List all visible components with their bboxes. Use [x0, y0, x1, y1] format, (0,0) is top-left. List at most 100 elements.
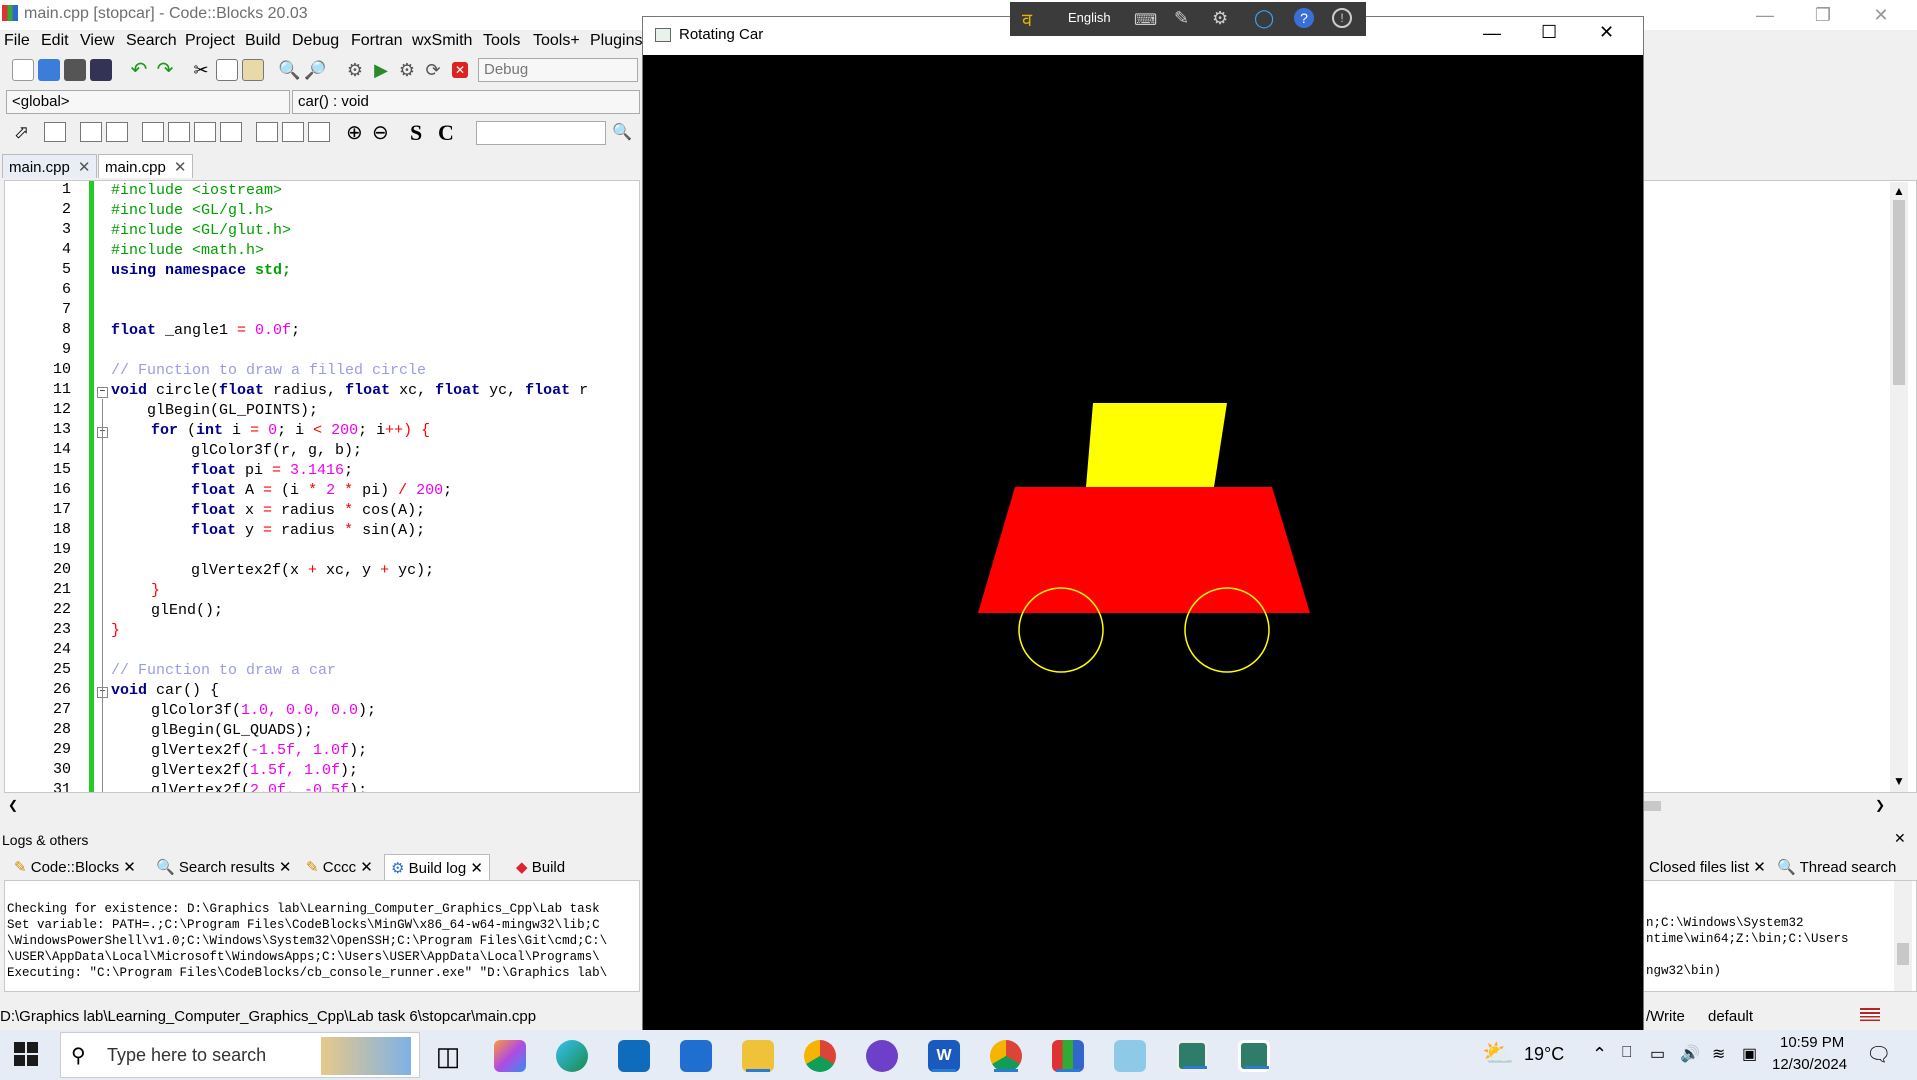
scroll-right-icon[interactable]: ❯ — [1875, 798, 1885, 812]
close-icon[interactable]: ✕ — [1753, 859, 1766, 876]
search-icon[interactable]: 🔍 — [612, 122, 632, 142]
button-tool-icon[interactable] — [256, 122, 278, 142]
code-editor[interactable]: 1 2 3 4 5 6 7 8 9 10 11 12 13 14 15 16 17 18 19 20 21 22 23 24 2… — [4, 180, 640, 793]
minimize-icon[interactable]: — — [1742, 2, 1788, 28]
minimize-icon[interactable]: — — [1483, 23, 1501, 44]
c-icon[interactable]: C — [438, 120, 454, 146]
search-combo[interactable] — [476, 121, 606, 145]
horizontal-scrollbar-right[interactable]: ❯ — [1643, 798, 1917, 814]
codeblocks-taskbar-icon[interactable] — [1052, 1040, 1084, 1072]
frame-icon[interactable] — [44, 122, 66, 142]
close-icon[interactable]: ✕ — [78, 159, 91, 176]
open-icon[interactable] — [38, 59, 60, 81]
options-icon[interactable]: ! — [1332, 8, 1352, 28]
us-flag-icon[interactable] — [1860, 1008, 1880, 1021]
keyboard-icon[interactable]: ⌨ — [1134, 10, 1157, 30]
meet-now-icon[interactable]: ⎕ — [1622, 1044, 1632, 1062]
scroll-up-icon[interactable]: ▲ — [1893, 184, 1905, 198]
function-select[interactable]: car() : void — [292, 90, 640, 114]
close-icon[interactable]: ✕ — [174, 159, 187, 176]
close-icon[interactable]: ✕ — [1599, 22, 1614, 43]
build-target-select[interactable]: Debug — [478, 58, 638, 82]
help-icon[interactable]: ? — [1294, 8, 1314, 28]
rotating-car-taskbar-icon[interactable] — [1238, 1040, 1270, 1072]
console-window-icon[interactable] — [1176, 1040, 1208, 1072]
build-run-icon[interactable]: ⚙ — [396, 59, 418, 81]
volume-icon[interactable]: 🔊 — [1680, 1044, 1700, 1064]
menu-build[interactable]: Build — [245, 32, 281, 50]
sizer3-icon[interactable] — [194, 122, 216, 142]
build-log-output[interactable]: Checking for existence: D:\Graphics lab\… — [4, 880, 640, 992]
combo-tool-icon[interactable] — [308, 122, 330, 142]
close-icon[interactable]: ✕ — [1894, 830, 1906, 847]
file-explorer-icon[interactable] — [742, 1040, 774, 1072]
copilot-icon[interactable] — [494, 1040, 526, 1072]
abort-icon[interactable]: ✕ — [452, 62, 468, 78]
weather-temperature[interactable]: 19°C — [1524, 1044, 1564, 1065]
opengl-canvas[interactable] — [643, 55, 1643, 1031]
fold-icon[interactable]: − — [97, 387, 108, 398]
menu-wxsmith[interactable]: wxSmith — [412, 32, 472, 50]
app-icon[interactable] — [1114, 1040, 1146, 1072]
tab-cccc[interactable]: ✎ Cccc ✕ — [300, 854, 379, 880]
battery-icon[interactable]: ▭ — [1650, 1044, 1665, 1064]
dialog-icon[interactable] — [80, 122, 102, 142]
new-file-icon[interactable] — [12, 59, 34, 81]
tab-closed-files-list[interactable]: Closed files list ✕ — [1643, 854, 1772, 880]
clock-time[interactable]: 10:59 PM — [1780, 1034, 1844, 1051]
scrollbar-thumb[interactable] — [1897, 943, 1909, 965]
save-icon[interactable] — [64, 59, 86, 81]
pointer-icon[interactable]: ⬀ — [14, 122, 29, 143]
pen-icon[interactable]: ✎ — [1174, 8, 1189, 29]
build-log-output-right[interactable]: n;C:\Windows\System32 ntime\win64;Z:\bin… — [1643, 880, 1917, 992]
rotating-car-window[interactable]: Rotating Car — ☐ ✕ — [642, 16, 1644, 1031]
notifications-icon[interactable]: 🗨 — [1866, 1042, 1891, 1067]
menu-project[interactable]: Project — [185, 32, 235, 50]
replace-icon[interactable]: 🔎 — [304, 59, 326, 81]
outlook-icon[interactable] — [618, 1040, 650, 1072]
find-icon[interactable]: 🔍 — [278, 59, 300, 81]
chrome-icon[interactable] — [804, 1040, 836, 1072]
close-icon[interactable]: ✕ — [1858, 2, 1904, 28]
notification-app-icon[interactable]: ▣ — [1742, 1044, 1757, 1064]
close-icon[interactable]: ✕ — [360, 859, 373, 876]
tab-thread-search[interactable]: 🔍 Thread search ✕ — [1771, 854, 1917, 894]
clock-date[interactable]: 12/30/2024 — [1772, 1056, 1847, 1073]
s-icon[interactable]: S — [410, 120, 422, 146]
taskbar-search-box[interactable]: ⚲ Type here to search — [60, 1032, 420, 1078]
store-icon[interactable] — [680, 1040, 712, 1072]
word-icon[interactable]: W — [928, 1040, 960, 1072]
menu-edit[interactable]: Edit — [41, 32, 69, 50]
rebuild-icon[interactable]: ⟳ — [422, 59, 444, 81]
scope-select[interactable]: <global> — [6, 90, 290, 114]
ie-icon[interactable]: ◯ — [1254, 8, 1274, 29]
close-icon[interactable]: ✕ — [470, 860, 483, 877]
panel-icon[interactable] — [106, 122, 128, 142]
menu-tools[interactable]: Tools — [483, 32, 520, 50]
tab-codeblocks-log[interactable]: ✎ Code::Blocks ✕ — [8, 854, 142, 880]
scrollbar-thumb[interactable] — [1643, 801, 1661, 811]
weather-icon[interactable]: ⛅ — [1482, 1038, 1514, 1069]
menu-search[interactable]: Search — [126, 32, 177, 50]
language-indicator[interactable]: English — [1068, 10, 1111, 25]
scrollbar-thumb[interactable] — [1893, 200, 1905, 385]
gear-icon[interactable]: ⚙ — [1212, 8, 1228, 29]
log-scrollbar[interactable] — [1894, 881, 1912, 991]
run-icon[interactable]: ▶ — [370, 59, 392, 81]
maximize-icon[interactable]: ☐ — [1541, 22, 1557, 43]
zoom-out-icon[interactable]: ⊖ — [372, 120, 389, 145]
menu-plugins[interactable]: Plugins — [590, 32, 642, 50]
redo-icon[interactable]: ↷ — [154, 59, 176, 81]
close-icon[interactable]: ✕ — [279, 859, 292, 876]
paste-icon[interactable] — [242, 59, 264, 81]
tab-build-log[interactable]: ⚙ Build log ✕ — [384, 854, 490, 880]
sizer-icon[interactable] — [142, 122, 164, 142]
chevron-up-icon[interactable]: ⌃ — [1592, 1044, 1607, 1065]
windows-start-icon[interactable] — [14, 1042, 38, 1066]
menu-fortran[interactable]: Fortran — [351, 32, 403, 50]
edge-icon[interactable] — [556, 1040, 588, 1072]
ime-icon[interactable]: व — [1022, 8, 1032, 32]
build-gear-icon[interactable]: ⚙ — [344, 59, 366, 81]
sizer4-icon[interactable] — [220, 122, 242, 142]
zoom-in-icon[interactable]: ⊕ — [346, 120, 363, 145]
